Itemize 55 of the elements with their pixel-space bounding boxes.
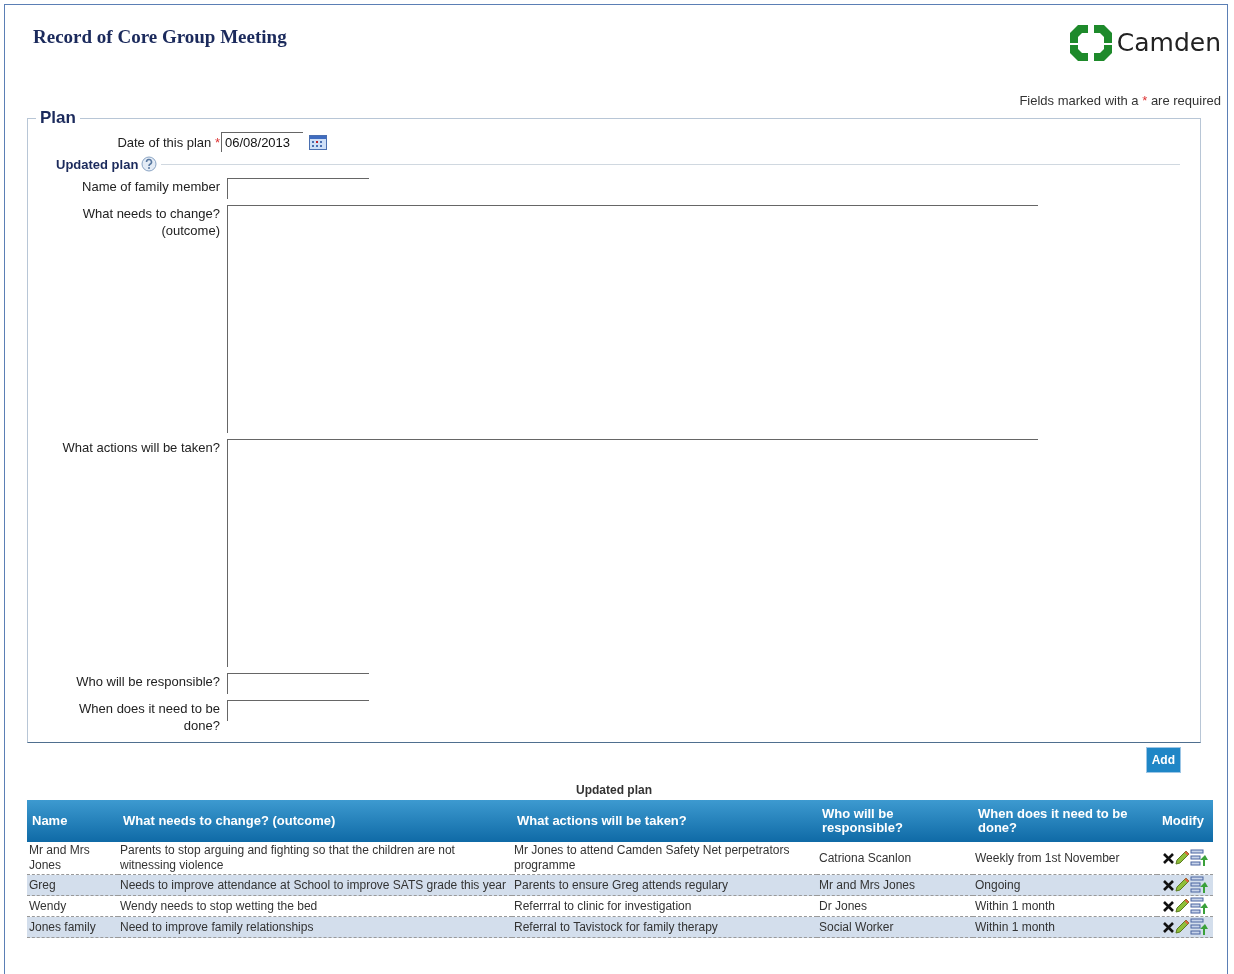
logo-text: Camden (1116, 27, 1221, 57)
delete-icon[interactable] (1163, 921, 1174, 933)
field-label: What actions will be taken? (61, 439, 221, 456)
table-cell: Within 1 month (973, 916, 1157, 938)
column-header: What needs to change? (outcome) (118, 800, 512, 842)
list-arrow-icon[interactable] (1190, 918, 1208, 936)
table-cell: Parents to stop arguing and fighting so that the children are not witnessing violence (118, 842, 512, 875)
field-label: Name of family member (81, 178, 221, 195)
column-header: Name (27, 800, 118, 842)
table-cell: Needs to improve attendance at School to improve SATS grade this year (118, 874, 512, 896)
table-cell: Jones family (27, 916, 118, 938)
field-label: Who will be responsible? (75, 673, 221, 690)
column-header: What actions will be taken? (512, 800, 817, 842)
table-cell: Within 1 month (973, 895, 1157, 917)
calendar-icon[interactable] (309, 134, 327, 150)
field-label: What needs to change? (outcome) (81, 205, 221, 239)
pencil-icon[interactable] (1174, 898, 1190, 914)
table-cell: Weekly from 1st November (973, 842, 1157, 875)
subsection-title: Updated plan (56, 156, 139, 172)
pencil-icon[interactable] (1174, 919, 1190, 935)
table-cell: Greg (27, 874, 118, 896)
column-header: When does it need to be done? (973, 800, 1157, 842)
field-label: Date of this plan * (116, 133, 221, 151)
list-arrow-icon[interactable] (1190, 849, 1208, 867)
list-arrow-icon[interactable] (1190, 897, 1208, 915)
help-icon[interactable] (141, 156, 158, 172)
date-field[interactable]: 06/08/2013 (221, 132, 303, 152)
table-cell: Referral to Tavistock for family therapy (512, 916, 817, 938)
table-cell: Wendy needs to stop wetting the bed (118, 895, 512, 917)
table-cell: Social Worker (817, 916, 973, 938)
table-cell: Mr and Mrs Jones (817, 874, 973, 896)
table-cell: Mr Jones to attend Camden Safety Net perpetrators programme (512, 842, 817, 875)
section-legend: Plan (36, 108, 80, 128)
add-button[interactable]: Add (1145, 747, 1181, 773)
logo-icon (1067, 23, 1114, 61)
pencil-icon[interactable] (1174, 877, 1190, 893)
pencil-icon[interactable] (1174, 850, 1190, 866)
table-cell: Referrral to clinic for investigation (512, 895, 817, 917)
required-note: Fields marked with a * are required (1018, 92, 1222, 108)
delete-icon[interactable] (1163, 900, 1174, 912)
table-cell: Need to improve family relationships (118, 916, 512, 938)
field-label: When does it need to be done? (78, 700, 221, 734)
table-cell: Wendy (27, 895, 118, 917)
list-arrow-icon[interactable] (1190, 876, 1208, 894)
table-cell: Dr Jones (817, 895, 973, 917)
column-header: Modify (1157, 800, 1213, 842)
table-cell: Catriona Scanlon (817, 842, 973, 875)
table-cell: Ongoing (973, 874, 1157, 896)
delete-icon[interactable] (1163, 879, 1174, 891)
delete-icon[interactable] (1163, 852, 1174, 864)
page-title: Record of Core Group Meeting (33, 26, 287, 48)
table-cell: Parents to ensure Greg attends regulary (512, 874, 817, 896)
table-cell: Mr and Mrs Jones (27, 842, 118, 875)
column-header: Who will be responsible? (817, 800, 973, 842)
table-caption: Updated plan (575, 783, 653, 797)
